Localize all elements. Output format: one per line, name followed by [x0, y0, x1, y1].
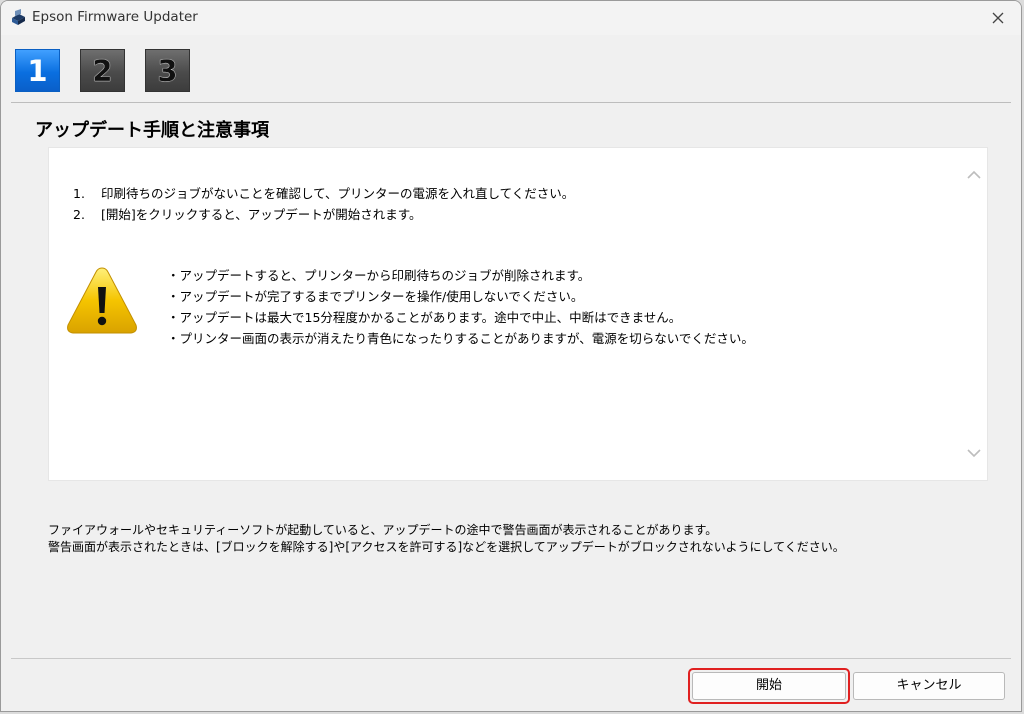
instruction-number: 2.: [73, 207, 85, 222]
warning-note: ・アップデートが完了するまでプリンターを操作/使用しないでください。: [167, 289, 584, 304]
top-divider: [11, 102, 1011, 103]
content-panel: 1. 印刷待ちのジョブがないことを確認して、プリンターの電源を入れ直してください。…: [48, 147, 988, 481]
cancel-button[interactable]: キャンセル: [853, 672, 1005, 700]
warning-triangle-icon: [67, 267, 137, 334]
step-1[interactable]: 1: [15, 49, 60, 92]
printer-icon: [12, 9, 25, 25]
warning-note: ・プリンター画面の表示が消えたり青色になったりすることがありますが、電源を切らな…: [167, 331, 754, 346]
warning-notes: ・アップデートすると、プリンターから印刷待ちのジョブが削除されます。 ・アップデ…: [167, 265, 754, 349]
step-2[interactable]: 2: [80, 49, 125, 92]
page-heading: アップデート手順と注意事項: [35, 120, 269, 141]
instruction-text: [開始]をクリックすると、アップデートが開始されます。: [101, 207, 422, 222]
chevron-up-icon[interactable]: [967, 170, 981, 180]
step-1-label: 1: [27, 54, 48, 88]
close-icon[interactable]: [985, 5, 1011, 31]
instruction-list: 1. 印刷待ちのジョブがないことを確認して、プリンターの電源を入れ直してください。…: [73, 183, 574, 225]
start-button[interactable]: 開始: [692, 672, 846, 700]
firewall-notice: ファイアウォールやセキュリティーソフトが起動していると、アップデートの途中で警告…: [48, 522, 845, 556]
updater-window: Epson Firmware Updater 1 2 3 アップデート手順と注意…: [0, 0, 1022, 712]
step-3[interactable]: 3: [145, 49, 190, 92]
firewall-notice-line: ファイアウォールやセキュリティーソフトが起動していると、アップデートの途中で警告…: [48, 523, 718, 537]
instruction-text: 印刷待ちのジョブがないことを確認して、プリンターの電源を入れ直してください。: [101, 186, 575, 201]
instruction-number: 1.: [73, 186, 85, 201]
step-3-label: 3: [157, 54, 178, 88]
bottom-divider: [11, 658, 1011, 659]
firewall-notice-line: 警告画面が表示されたときは、[ブロックを解除する]や[アクセスを許可する]などを…: [48, 540, 845, 554]
warning-note: ・アップデートは最大で15分程度かかることがあります。途中で中止、中断はできませ…: [167, 310, 682, 325]
step-2-label: 2: [92, 54, 113, 88]
chevron-down-icon[interactable]: [967, 448, 981, 458]
instruction-item: 2. [開始]をクリックすると、アップデートが開始されます。: [73, 204, 574, 225]
title-bar: Epson Firmware Updater: [1, 1, 1021, 35]
warning-note: ・アップデートすると、プリンターから印刷待ちのジョブが削除されます。: [167, 268, 591, 283]
window-title: Epson Firmware Updater: [32, 9, 198, 25]
instruction-item: 1. 印刷待ちのジョブがないことを確認して、プリンターの電源を入れ直してください。: [73, 183, 574, 204]
